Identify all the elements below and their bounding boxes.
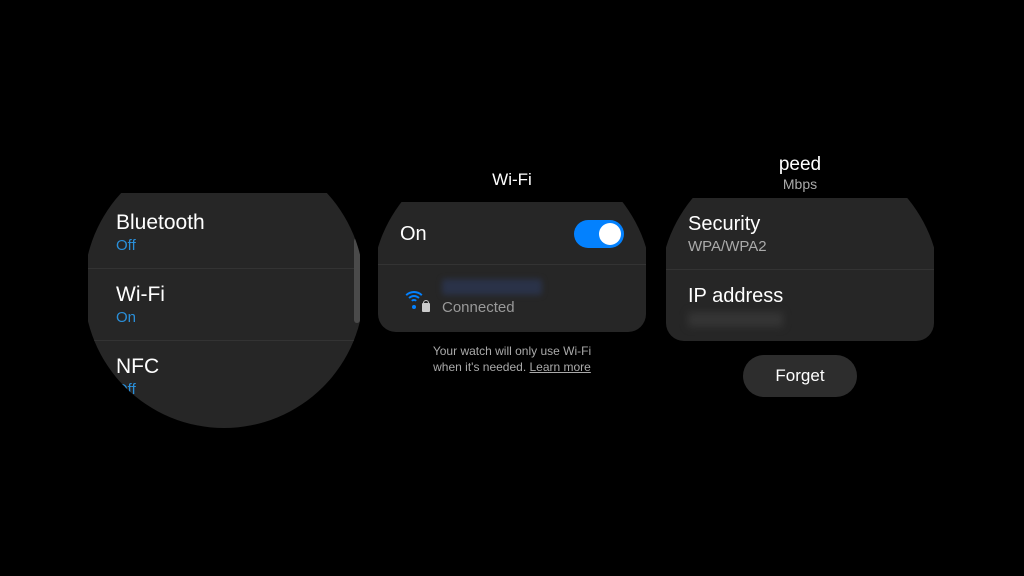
details-panel: Security WPA/WPA2 IP address [666, 198, 934, 341]
toggle-label: On [400, 223, 427, 246]
network-text: Connected [442, 279, 542, 316]
connections-content: Bluetooth Off Wi-Fi On NFC Off [84, 148, 364, 428]
network-name-redacted [442, 279, 542, 295]
list-item-wifi[interactable]: Wi-Fi On [88, 268, 360, 340]
connections-panel: Bluetooth Off Wi-Fi On NFC Off [88, 193, 360, 428]
page-title: Wi-Fi [372, 148, 652, 202]
speed-label-partial: peed [660, 154, 940, 176]
item-status: On [116, 309, 332, 326]
footer-line2: when it's needed. [433, 360, 529, 374]
watch-screen-wifi: Wi-Fi On Connected [372, 148, 652, 428]
detail-value: WPA/WPA2 [688, 238, 912, 255]
wifi-toggle[interactable] [574, 220, 624, 248]
toggle-knob [599, 223, 621, 245]
item-title: Wi-Fi [116, 283, 332, 307]
lock-icon [422, 303, 430, 312]
wifi-toggle-row[interactable]: On [378, 202, 646, 265]
item-title: Bluetooth [116, 211, 332, 235]
footer-line1: Your watch will only use Wi-Fi [433, 344, 591, 358]
wifi-signal-icon [400, 287, 428, 309]
watch-screen-network-details: peed Mbps Security WPA/WPA2 IP address F… [660, 148, 940, 428]
detail-row-security[interactable]: Security WPA/WPA2 [666, 198, 934, 269]
wifi-footer-note: Your watch will only use Wi-Fi when it's… [372, 332, 652, 375]
wifi-panel: On Connected [378, 202, 646, 332]
list-item-nfc[interactable]: NFC Off [88, 340, 360, 412]
item-status: Off [116, 237, 332, 254]
detail-row-ip[interactable]: IP address [666, 269, 934, 341]
details-top: peed Mbps [660, 148, 940, 192]
network-row[interactable]: Connected [378, 265, 646, 332]
wifi-content: Wi-Fi On Connected [372, 148, 652, 428]
item-title: NFC [116, 355, 332, 379]
network-status: Connected [442, 299, 542, 316]
speed-value-partial: Mbps [660, 176, 940, 192]
scroll-indicator[interactable] [354, 238, 360, 323]
forget-button[interactable]: Forget [743, 355, 856, 397]
details-content: peed Mbps Security WPA/WPA2 IP address F… [660, 148, 940, 428]
item-status: Off [116, 381, 332, 398]
detail-label: Security [688, 213, 912, 236]
list-item-bluetooth[interactable]: Bluetooth Off [88, 193, 360, 268]
watch-screen-connections: Bluetooth Off Wi-Fi On NFC Off [84, 148, 364, 428]
ip-address-redacted [688, 312, 783, 327]
detail-label: IP address [688, 285, 912, 308]
learn-more-link[interactable]: Learn more [529, 360, 590, 374]
